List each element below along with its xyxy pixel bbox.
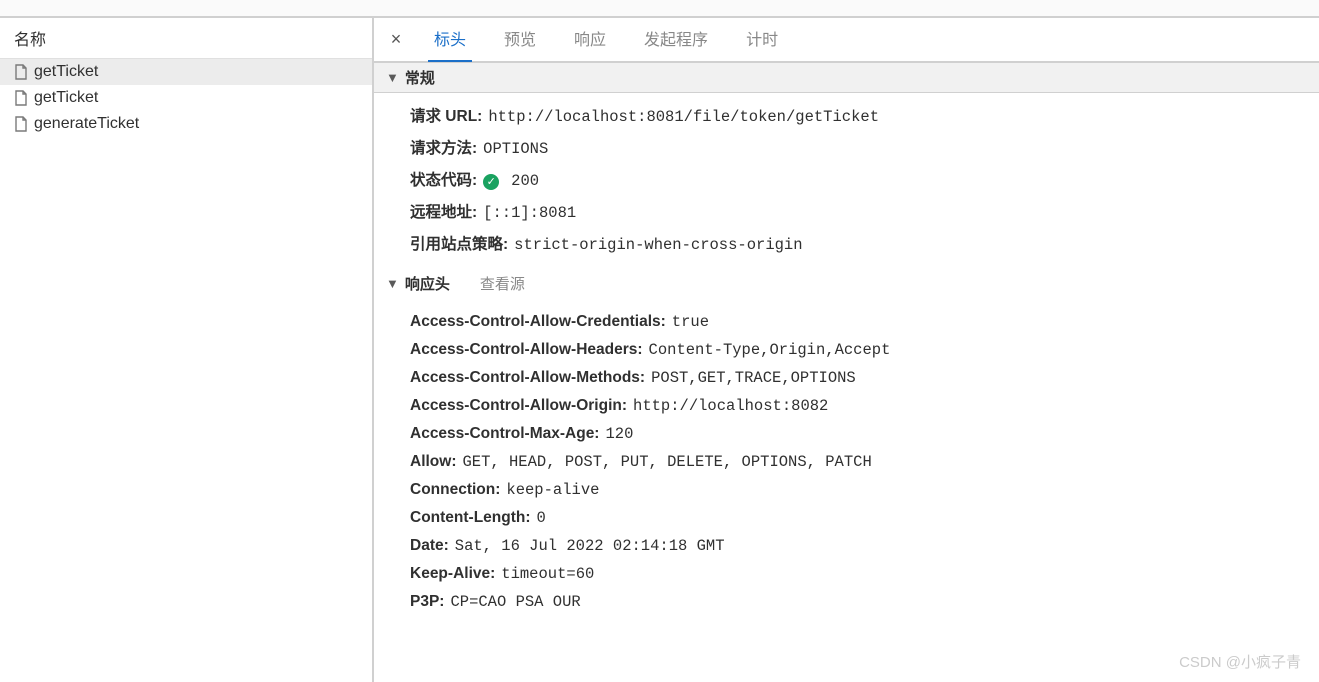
kv-key: Access-Control-Allow-Origin: [410,397,627,415]
main-area: 名称 getTicket getTicket generateTicket × 标头… [0,18,1319,682]
response-header-row: Access-Control-Allow-Headers: Content-Typ… [410,336,1319,364]
kv-key: Content-Length: [410,509,531,527]
tab-3[interactable]: 发起程序 [638,18,714,63]
response-header-row: Content-Length: 0 [410,504,1319,532]
response-header-row: Date: Sat, 16 Jul 2022 02:14:18 GMT [410,532,1319,560]
chevron-down-icon: ▼ [386,276,399,291]
request-item-label: getTicket [34,63,98,81]
status-ok-icon: ✓ [483,174,499,190]
general-row: 引用站点策略: strict-origin-when-cross-origin [410,227,1319,259]
kv-val: http://localhost:8082 [633,397,828,415]
kv-key: 请求 URL: [410,104,482,126]
kv-val: timeout=60 [501,565,594,583]
response-header-row: Connection: keep-alive [410,476,1319,504]
kv-val: 120 [605,425,633,443]
kv-key: Connection: [410,481,500,499]
kv-key: Keep-Alive: [410,565,495,583]
kv-key: Allow: [410,453,457,471]
kv-key: P3P: [410,593,444,611]
kv-key: 状态代码: [410,168,477,190]
kv-val: CP=CAO PSA OUR [450,593,580,611]
response-header-row: Access-Control-Allow-Origin: http://local… [410,392,1319,420]
chevron-down-icon: ▼ [386,70,399,85]
kv-val: http://localhost:8081/file/token/getTick… [488,108,879,126]
file-icon [14,90,28,106]
section-response-header[interactable]: ▼ 响应头 查看源 [374,265,1319,302]
tab-bar: × 标头预览响应发起程序计时 [374,18,1319,62]
tab-0[interactable]: 标头 [428,18,472,63]
section-response-body: Access-Control-Allow-Credentials:trueAcc… [374,302,1319,622]
response-header-row: Access-Control-Max-Age: 120 [410,420,1319,448]
kv-key: Access-Control-Allow-Headers: [410,341,643,359]
response-header-row: P3P: CP=CAO PSA OUR [410,588,1319,616]
kv-val: GET, HEAD, POST, PUT, DELETE, OPTIONS, P… [463,453,872,471]
kv-key: Date: [410,537,449,555]
tab-1[interactable]: 预览 [498,18,542,63]
kv-val: strict-origin-when-cross-origin [514,236,802,254]
kv-key: Access-Control-Allow-Methods: [410,369,645,387]
kv-key: Access-Control-Max-Age: [410,425,599,443]
response-header-row: Allow: GET, HEAD, POST, PUT, DELETE, OPTI… [410,448,1319,476]
kv-val: Sat, 16 Jul 2022 02:14:18 GMT [455,537,725,555]
section-general-title: 常规 [405,67,435,88]
kv-key: Access-Control-Allow-Credentials: [410,313,666,331]
general-row: 远程地址: [::1]:8081 [410,195,1319,227]
tab-2[interactable]: 响应 [568,18,612,63]
top-divider [0,0,1319,18]
request-item-label: getTicket [34,89,98,107]
request-item[interactable]: getTicket [0,59,372,85]
general-row: 请求方法: OPTIONS [410,131,1319,163]
kv-key: 请求方法: [410,136,477,158]
kv-val: 200 [511,172,539,190]
section-general-header[interactable]: ▼ 常规 [374,62,1319,93]
kv-val: OPTIONS [483,140,548,158]
close-icon[interactable]: × [382,26,410,54]
section-general-body: 请求 URL: http://localhost:8081/file/token/… [374,93,1319,265]
request-item[interactable]: generateTicket [0,111,372,137]
requests-panel: 名称 getTicket getTicket generateTicket [0,18,374,682]
file-icon [14,64,28,80]
general-row: 状态代码: ✓ 200 [410,163,1319,195]
file-icon [14,116,28,132]
kv-val: [::1]:8081 [483,204,576,222]
watermark: CSDN @小疯子青 [1179,651,1301,672]
response-header-row: Access-Control-Allow-Credentials: true [410,308,1319,336]
tab-4[interactable]: 计时 [740,18,784,63]
request-item-label: generateTicket [34,115,139,133]
response-header-row: Access-Control-Allow-Methods: POST,GET,TR… [410,364,1319,392]
kv-val: keep-alive [506,481,599,499]
kv-key: 引用站点策略: [410,232,508,254]
kv-val: true [672,313,709,331]
kv-val: 0 [537,509,546,527]
request-list: getTicket getTicket generateTicket [0,59,372,137]
requests-header: 名称 [0,18,372,59]
request-item[interactable]: getTicket [0,85,372,111]
details-panel: × 标头预览响应发起程序计时 ▼ 常规 请求 URL: http://localh… [374,18,1319,682]
kv-val: POST,GET,TRACE,OPTIONS [651,369,856,387]
response-header-row: Keep-Alive: timeout=60 [410,560,1319,588]
kv-key: 远程地址: [410,200,477,222]
view-source-link[interactable]: 查看源 [480,273,525,294]
section-response-title: 响应头 [405,273,450,294]
general-row: 请求 URL: http://localhost:8081/file/token/… [410,99,1319,131]
kv-val: Content-Type,Origin,Accept [649,341,891,359]
